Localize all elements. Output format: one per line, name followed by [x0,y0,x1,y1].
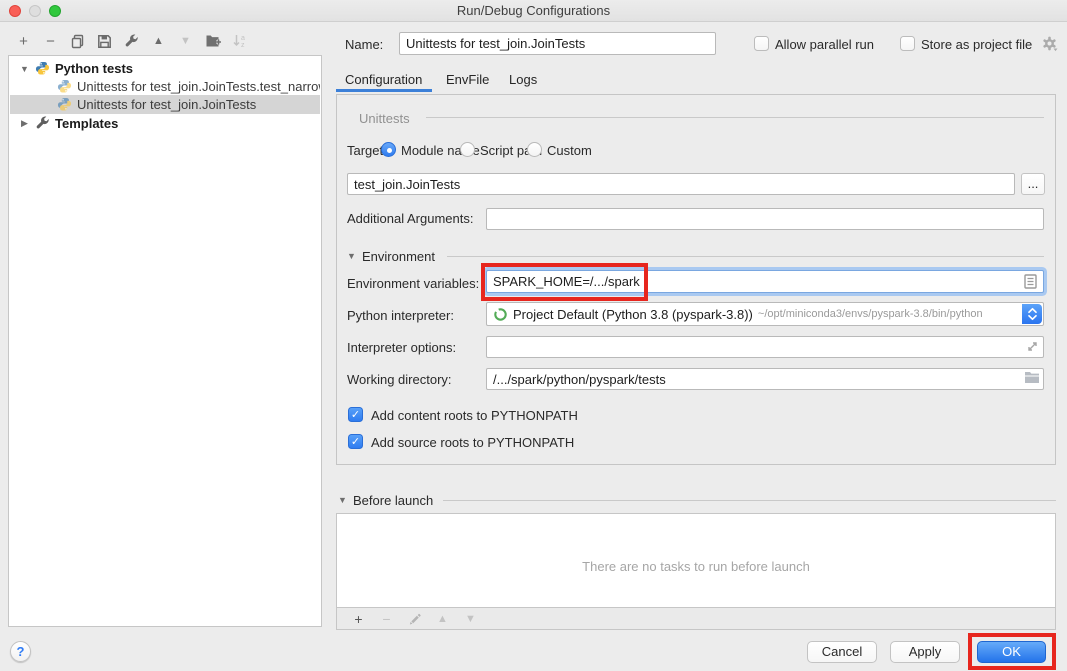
env-vars-editor-icon[interactable] [1024,274,1037,289]
python-interpreter-value: Project Default (Python 3.8 (pyspark-3.8… [513,307,753,322]
add-source-roots-label: Add source roots to PYTHONPATH [371,435,574,450]
before-launch-task-list: There are no tasks to run before launch [336,513,1056,608]
sort-alphabetically-icon[interactable]: az [231,33,248,50]
target-module-input[interactable] [347,173,1015,195]
python-interpreter-select[interactable]: Project Default (Python 3.8 (pyspark-3.8… [486,302,1044,326]
new-folder-icon[interactable] [204,33,221,50]
name-label: Name: [345,37,383,52]
tree-item-label: Templates [55,116,118,131]
store-as-project-file-label: Store as project file [921,37,1032,52]
add-configuration-icon[interactable]: + [15,33,32,50]
section-separator [447,256,1044,257]
annotation-box-ok [968,633,1056,670]
help-button[interactable]: ? [10,641,31,662]
move-task-down-icon[interactable]: ▼ [462,610,479,627]
close-window-button[interactable] [9,5,21,17]
minimize-window-button[interactable] [29,5,41,17]
section-separator [443,500,1056,501]
move-down-icon[interactable]: ▼ [177,33,194,50]
environment-section-collapse-icon[interactable]: ▼ [347,251,356,261]
add-source-roots-checkbox[interactable]: ✓ [348,434,363,449]
python-test-icon [57,97,72,112]
copy-configuration-icon[interactable] [69,33,86,50]
before-launch-toolbar: + − ▲ ▼ [336,608,1056,630]
environment-section-title: Environment [362,249,435,264]
tree-item-test-narrow[interactable]: Unittests for test_join.JoinTests.test_n… [10,77,320,96]
browse-button[interactable]: ... [1021,173,1045,195]
python-interpreter-path: ~/opt/miniconda3/envs/pyspark-3.8/bin/py… [758,308,983,320]
tree-item-label: Unittests for test_join.JoinTests [77,97,256,112]
additional-arguments-input[interactable] [486,208,1044,230]
remove-task-icon[interactable]: − [378,610,395,627]
target-script-path-radio[interactable] [460,142,475,157]
window-title: Run/Debug Configurations [0,0,1067,21]
edit-task-icon[interactable] [406,610,423,627]
python-icon [35,61,50,76]
tree-item-jointests-selected[interactable]: Unittests for test_join.JoinTests [10,95,320,114]
svg-text:a: a [241,35,245,42]
interpreter-options-label: Interpreter options: [347,340,456,355]
folder-icon[interactable] [1024,371,1040,384]
allow-parallel-run-label: Allow parallel run [775,37,874,52]
group-separator [426,117,1044,118]
annotation-box-env-vars [481,263,648,301]
add-task-icon[interactable]: + [350,610,367,627]
cancel-button[interactable]: Cancel [807,641,877,663]
target-custom-radio[interactable] [527,142,542,157]
working-directory-input[interactable] [486,368,1044,390]
tree-item-label: Unittests for test_join.JoinTests.test_n… [77,79,320,94]
allow-parallel-run-checkbox[interactable] [754,36,769,51]
move-task-up-icon[interactable]: ▲ [434,610,451,627]
title-bar: Run/Debug Configurations [0,0,1067,22]
move-up-icon[interactable]: ▲ [150,33,167,50]
add-content-roots-label: Add content roots to PYTHONPATH [371,408,578,423]
zoom-window-button[interactable] [49,5,61,17]
unittests-group-title: Unittests [359,111,410,126]
before-launch-empty-message: There are no tasks to run before launch [337,532,1055,602]
wrench-icon [35,116,50,131]
svg-text:z: z [241,42,245,49]
edit-templates-icon[interactable] [123,33,140,50]
remove-configuration-icon[interactable]: − [42,33,59,50]
tree-item-python-tests[interactable]: ▼ Python tests [10,59,320,78]
name-input[interactable] [399,32,716,55]
conda-environment-icon [493,307,508,322]
active-tab-underline [336,89,432,92]
interpreter-options-input[interactable] [486,336,1044,358]
python-test-icon [57,79,72,94]
configurations-toolbar: + − ▲ ▼ az [15,31,248,51]
add-content-roots-checkbox[interactable]: ✓ [348,407,363,422]
tree-item-label: Python tests [55,61,133,76]
before-launch-collapse-icon[interactable]: ▼ [338,495,347,505]
expand-field-icon[interactable] [1026,340,1039,353]
gear-icon[interactable] [1042,36,1058,52]
environment-variables-label: Environment variables: [347,276,479,291]
target-custom-label: Custom [547,143,592,158]
python-interpreter-label: Python interpreter: [347,308,454,323]
save-configuration-icon[interactable] [96,33,113,50]
apply-button[interactable]: Apply [890,641,960,663]
tab-envfile[interactable]: EnvFile [446,72,489,87]
chevron-up-down-icon[interactable] [1022,304,1042,324]
additional-arguments-label: Additional Arguments: [347,211,473,226]
target-module-name-radio[interactable] [381,142,396,157]
store-as-project-file-checkbox[interactable] [900,36,915,51]
tab-configuration[interactable]: Configuration [345,72,422,87]
working-directory-label: Working directory: [347,372,452,387]
configurations-tree: ▼ Python tests Unittests for test_join.J… [8,55,322,627]
tree-collapsed-icon[interactable]: ▶ [19,118,30,129]
before-launch-title: Before launch [353,493,433,508]
tab-logs[interactable]: Logs [509,72,537,87]
tree-item-templates[interactable]: ▶ Templates [10,114,320,133]
tree-expanded-icon[interactable]: ▼ [19,64,30,74]
